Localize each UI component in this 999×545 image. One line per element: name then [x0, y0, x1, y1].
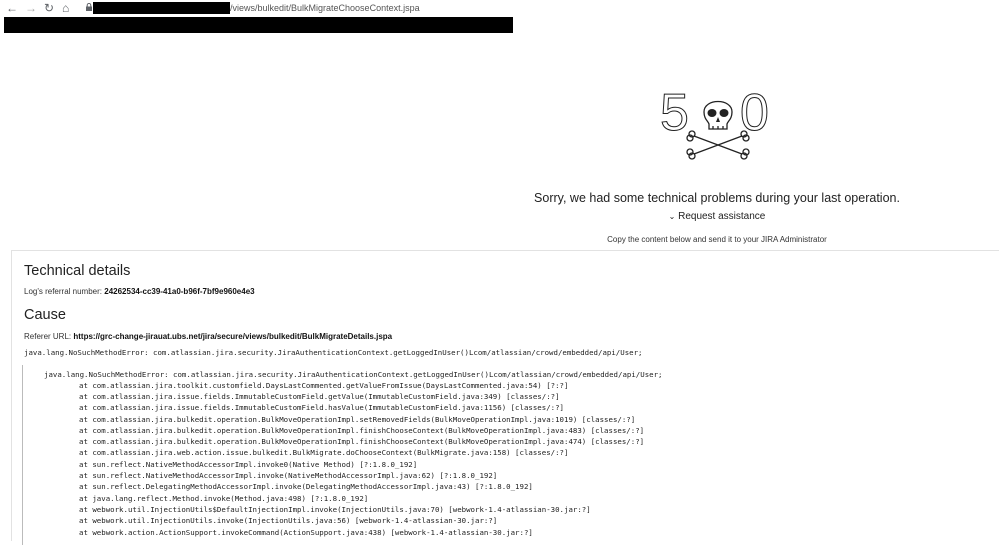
browser-toolbar: ← → ↻ ⌂ /views/bulkedit/BulkMigrateChoos… — [0, 0, 999, 16]
stack-line: at sun.reflect.DelegatingMethodAccessorI… — [79, 482, 533, 491]
stack-trace: java.lang.NoSuchMethodError: com.atlassi… — [22, 365, 993, 545]
lock-icon — [86, 3, 92, 11]
stack-line: at com.atlassian.jira.web.action.issue.b… — [79, 448, 569, 457]
chevron-down-icon: ⌄ — [668, 212, 676, 221]
stack-line: at sun.reflect.NativeMethodAccessorImpl.… — [79, 460, 418, 469]
exception-message: java.lang.NoSuchMethodError: com.atlassi… — [24, 348, 643, 357]
stack-line: at com.atlassian.jira.bulkedit.operation… — [79, 426, 645, 435]
referral-label: Log's referral number: — [24, 287, 103, 296]
stack-line: at com.atlassian.jira.bulkedit.operation… — [79, 437, 645, 446]
request-assistance-label: Request assistance — [678, 211, 766, 222]
request-assistance-toggle[interactable]: ⌄ Request assistance — [430, 211, 999, 222]
error-code-right: 0 — [740, 88, 769, 142]
stack-line: at webwork.util.InjectionUtils.invoke(In… — [79, 516, 498, 525]
error-message: Sorry, we had some technical problems du… — [534, 191, 900, 205]
technical-details-panel: Technical details Log's referral number:… — [11, 250, 999, 545]
referer-value: https://grc-change-jirauat.ubs.net/jira/… — [73, 332, 393, 341]
error-500-skull-icon: 5 0 — [660, 88, 769, 160]
copy-instruction: Copy the content below and send it to yo… — [607, 235, 827, 244]
home-icon[interactable]: ⌂ — [62, 1, 69, 15]
url-redacted-domain[interactable] — [93, 2, 230, 14]
redacted-banner — [4, 17, 513, 33]
stack-line: java.lang.NoSuchMethodError: com.atlassi… — [44, 370, 663, 379]
stack-line: at com.atlassian.jira.issue.fields.Immut… — [79, 403, 564, 412]
stack-line: at com.atlassian.jira.toolkit.customfiel… — [79, 381, 569, 390]
reload-icon[interactable]: ↻ — [44, 1, 54, 15]
url-path[interactable]: /views/bulkedit/BulkMigrateChooseContext… — [230, 2, 420, 14]
stack-line: at com.atlassian.jira.issue.fields.Immut… — [79, 392, 560, 401]
cause-heading: Cause — [24, 307, 66, 323]
stack-line: at webwork.action.ActionSupport.invokeCo… — [79, 528, 533, 537]
technical-details-heading: Technical details — [24, 263, 131, 279]
referral-number: Log's referral number: 24262534-cc39-41a… — [24, 287, 255, 296]
referer-url: Referer URL: https://grc-change-jirauat.… — [24, 332, 392, 341]
stack-line: at sun.reflect.NativeMethodAccessorImpl.… — [79, 471, 498, 480]
back-arrow-icon[interactable]: ← — [6, 1, 18, 15]
referral-value: 24262534-cc39-41a0-b96f-7bf9e960e4e3 — [104, 287, 255, 296]
stack-line: at webwork.util.InjectionUtils$DefaultIn… — [79, 505, 591, 514]
forward-arrow-icon[interactable]: → — [25, 1, 37, 15]
stack-line: at java.lang.reflect.Method.invoke(Metho… — [79, 494, 369, 503]
referer-label: Referer URL: — [24, 332, 72, 341]
stack-line: at com.atlassian.jira.bulkedit.operation… — [79, 415, 636, 424]
error-code-left: 5 — [660, 88, 689, 142]
